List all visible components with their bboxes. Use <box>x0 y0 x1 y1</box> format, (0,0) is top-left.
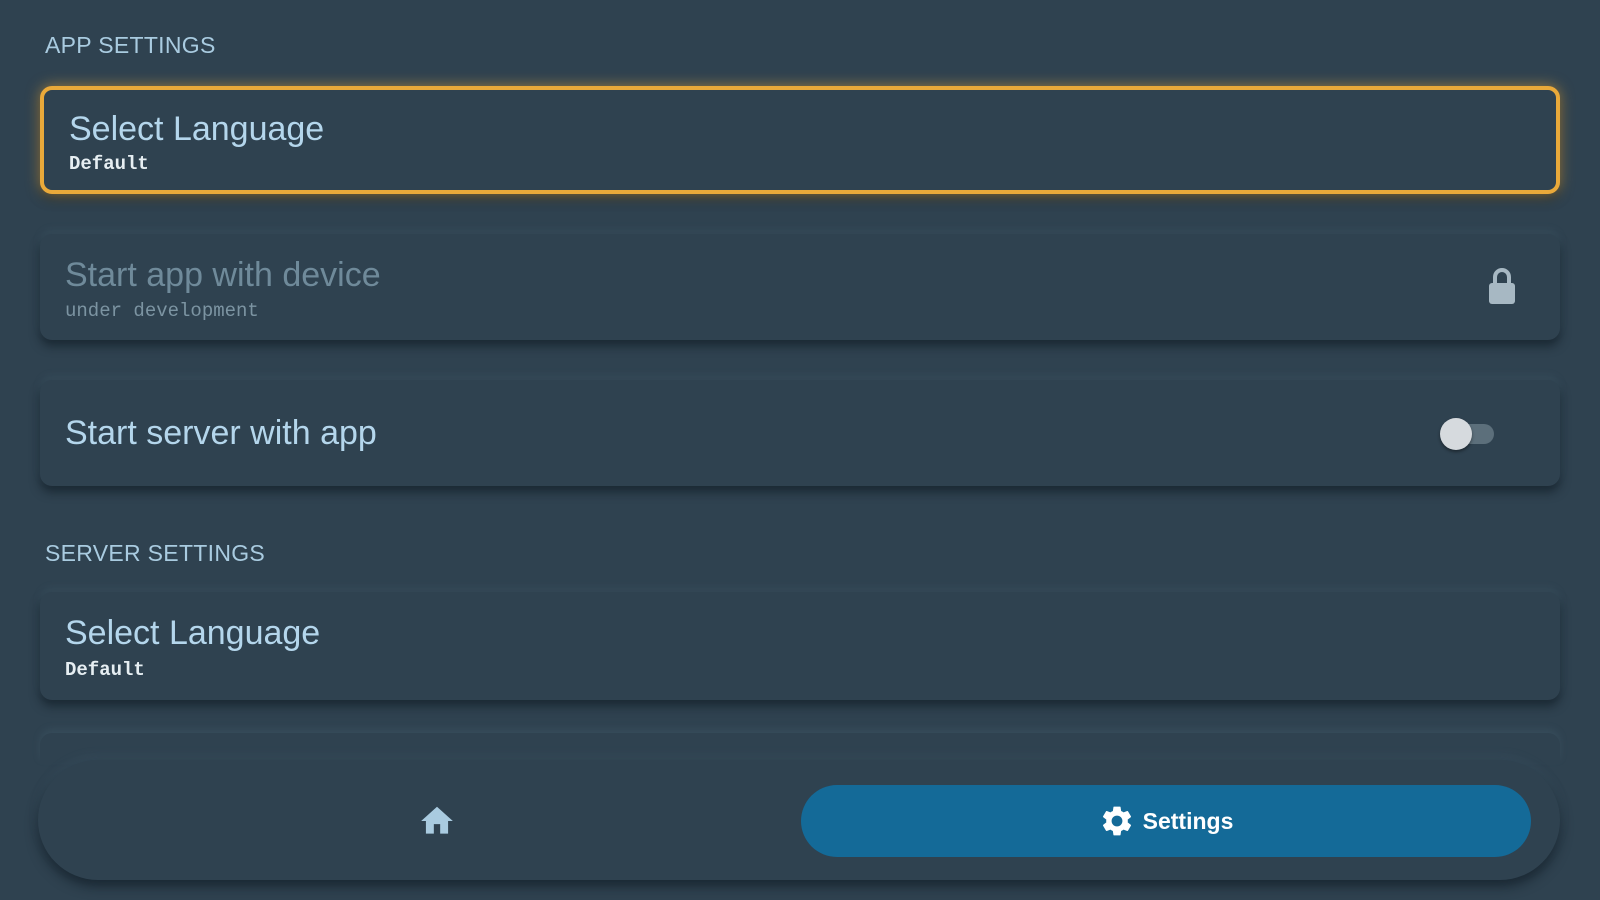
server-select-language-value: Default <box>65 659 145 681</box>
start-server-with-app-title: Start server with app <box>65 414 377 452</box>
app-select-language-title: Select Language <box>69 110 325 148</box>
gear-icon <box>1102 806 1131 836</box>
server-select-language-title: Select Language <box>65 614 321 652</box>
app-select-language-value: Default <box>69 153 149 175</box>
app-settings-heading: APP SETTINGS <box>45 32 216 58</box>
app-select-language-item[interactable]: Select Language Default <box>40 86 1560 194</box>
lock-icon <box>1489 268 1515 304</box>
settings-tab-label: Settings <box>1142 807 1234 834</box>
toggle-thumb <box>1440 418 1472 450</box>
home-icon[interactable] <box>418 802 456 840</box>
next-settings-item-partial <box>40 733 1560 763</box>
bottom-navigation-bar: Settings <box>38 760 1560 880</box>
start-app-with-device-item: Start app with device under development <box>40 234 1560 340</box>
settings-tab-button[interactable]: Settings <box>801 785 1531 857</box>
start-app-with-device-title: Start app with device <box>65 256 381 294</box>
server-select-language-item[interactable]: Select Language Default <box>40 592 1560 700</box>
server-settings-heading: SERVER SETTINGS <box>45 540 266 566</box>
start-server-toggle[interactable] <box>1440 418 1498 450</box>
start-app-with-device-subtitle: under development <box>65 300 259 322</box>
start-server-with-app-item[interactable]: Start server with app <box>40 380 1560 486</box>
